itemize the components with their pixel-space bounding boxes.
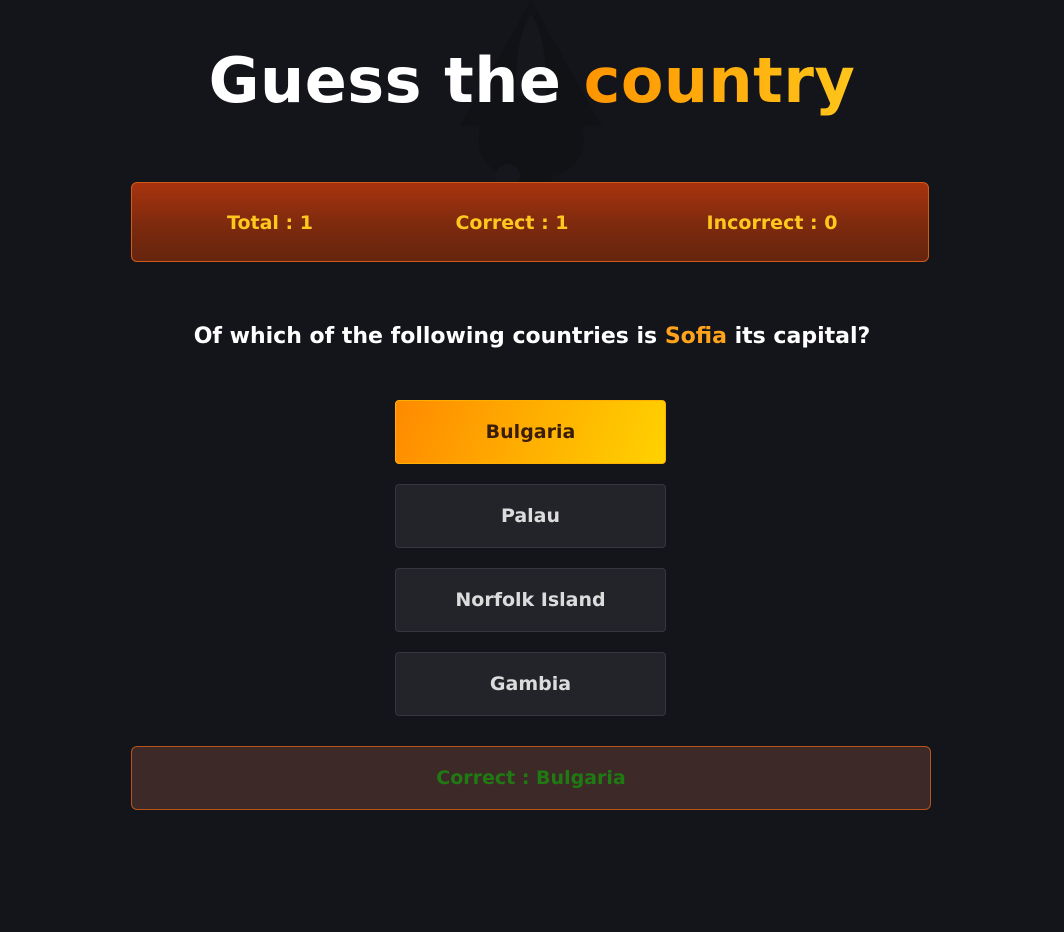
quiz-page: Guess the country Total : 1 Correct : 1 …	[0, 0, 1064, 932]
result-banner: Correct : Bulgaria	[131, 746, 931, 810]
total-count: Total : 1	[227, 212, 313, 234]
question-prefix: Of which of the following countries is	[193, 324, 658, 349]
result-text: Correct : Bulgaria	[436, 767, 626, 789]
title-accent-text: country	[583, 44, 856, 117]
option-palau-button[interactable]: Palau	[395, 484, 666, 548]
option-bulgaria-button[interactable]: Bulgaria	[395, 400, 666, 464]
title-text: Guess the	[208, 44, 562, 117]
correct-count: Correct : 1	[455, 212, 569, 234]
option-norfolk-island-button[interactable]: Norfolk Island	[395, 568, 666, 632]
page-title: Guess the country	[0, 44, 1064, 118]
capital-name: Sofia	[664, 324, 727, 349]
scoreboard: Total : 1 Correct : 1 Incorrect : 0	[131, 182, 929, 262]
question-suffix: its capital?	[734, 324, 871, 349]
option-gambia-button[interactable]: Gambia	[395, 652, 666, 716]
question-text: Of which of the following countries is S…	[0, 322, 1064, 352]
incorrect-count: Incorrect : 0	[706, 212, 838, 234]
